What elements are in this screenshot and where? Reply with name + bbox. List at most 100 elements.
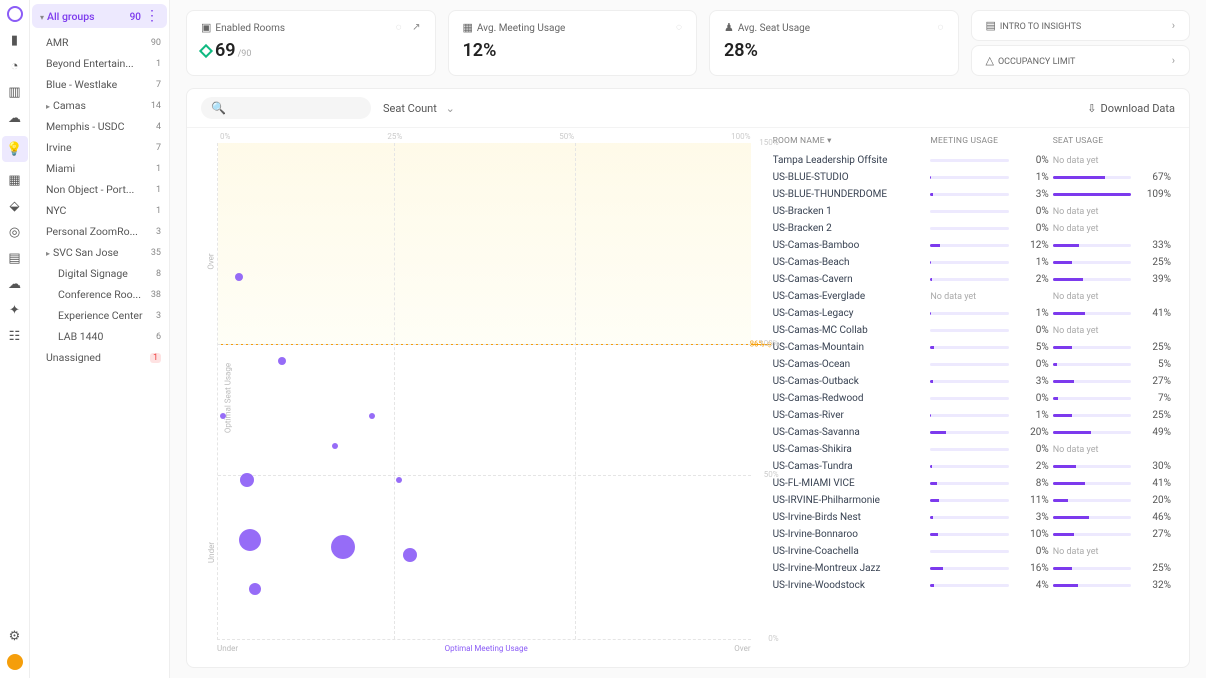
sort-icon: ▾ (827, 136, 831, 146)
group-item[interactable]: Beyond Entertain...1 (32, 53, 167, 74)
group-item[interactable]: Conference Roo...38 (32, 284, 167, 305)
enabled-rooms-value: 69 (215, 40, 236, 61)
group-item[interactable]: Blue - Westlake7 (32, 74, 167, 95)
settings-icon[interactable]: ⚙ (7, 628, 23, 644)
table-row[interactable]: US-Camas-Ocean0%5% (769, 356, 1175, 373)
table-row[interactable]: US-BLUE-STUDIO1%67% (769, 169, 1175, 186)
chart-bubble[interactable] (240, 473, 254, 487)
table-row[interactable]: US-Camas-Redwood0%7% (769, 390, 1175, 407)
upload-icon[interactable]: ☁ (7, 276, 23, 292)
info-icon[interactable]: ◌ (676, 22, 682, 33)
table-row[interactable]: US-Camas-EvergladeNo data yetNo data yet (769, 288, 1175, 305)
chart-bubble[interactable] (403, 548, 417, 562)
table-row[interactable]: US-Irvine-Woodstock4%32% (769, 577, 1175, 594)
group-item[interactable]: Memphis - USDC4 (32, 116, 167, 137)
table-row[interactable]: US-Irvine-Birds Nest3%46% (769, 509, 1175, 526)
table-row[interactable]: US-Camas-MC Collab0%No data yet (769, 322, 1175, 339)
chart-bubble[interactable] (220, 413, 226, 419)
usage-chart: Optimal Seat Usage Over Under 0%25%50%10… (187, 128, 765, 667)
x-bottom-labels: Under Optimal Meeting Usage Over (217, 640, 751, 653)
clock-icon[interactable]: ◔ (7, 58, 23, 74)
table-row[interactable]: US-Camas-Shikira0%No data yet (769, 441, 1175, 458)
table-row[interactable]: US-IRVINE-Philharmonie11%20% (769, 492, 1175, 509)
bug-icon[interactable]: ⬙ (7, 198, 23, 214)
y-over-label: Over (207, 254, 216, 270)
calendar-icon: ▦ (463, 21, 473, 34)
bulb-icon[interactable]: ✦ (7, 302, 23, 318)
table-row[interactable]: US-Irvine-Montreux Jazz16%25% (769, 560, 1175, 577)
chart-bubble[interactable] (278, 357, 286, 365)
table-row[interactable]: US-Camas-Legacy1%41% (769, 305, 1175, 322)
chart-plot[interactable]: 86% ◇ 150%100%50%0% (217, 143, 751, 640)
group-item[interactable]: Experience Center3 (32, 305, 167, 326)
external-link-icon[interactable]: ↗ (412, 22, 420, 33)
group-item[interactable]: ▸SVC San Jose35 (32, 242, 167, 263)
sliders-icon[interactable]: ☷ (7, 328, 23, 344)
table-row[interactable]: US-Camas-Beach1%25% (769, 254, 1175, 271)
grid-icon[interactable]: ▦ (7, 172, 23, 188)
table-row[interactable]: US-Bracken 20%No data yet (769, 220, 1175, 237)
group-item[interactable]: AMR90 (32, 32, 167, 53)
avg-seat-label: Avg. Seat Usage (738, 23, 810, 34)
table-row[interactable]: US-FL-MIAMI VICE8%41% (769, 475, 1175, 492)
group-item[interactable]: Unassigned1 (32, 347, 167, 368)
info-icon[interactable]: ◌ (396, 22, 402, 33)
table-row[interactable]: US-Camas-Mountain5%25% (769, 339, 1175, 356)
download-data-button[interactable]: ⇩Download Data (1087, 102, 1175, 115)
group-item[interactable]: Irvine7 (32, 137, 167, 158)
enabled-rooms-card: ▣Enabled Rooms ◌ ↗ 69/90 (186, 10, 436, 76)
group-item[interactable]: Personal ZoomRo...3 (32, 221, 167, 242)
insights-icon[interactable]: 💡 (2, 136, 28, 162)
chevron-down-icon: ⌄ (446, 102, 455, 115)
chart-bubble[interactable] (249, 583, 261, 595)
enabled-rooms-total: /90 (238, 49, 252, 59)
avg-seat-card: ♟Avg. Seat Usage ◌ 28% (709, 10, 959, 76)
chart-bubble[interactable] (369, 413, 375, 419)
chart-bubble[interactable] (239, 529, 261, 551)
dashboard-icon[interactable]: ▮ (7, 32, 23, 48)
table-row[interactable]: US-Irvine-Bonnaroo10%27% (769, 526, 1175, 543)
table-row[interactable]: US-Camas-River1%25% (769, 407, 1175, 424)
group-item[interactable]: Non Object - Port...1 (32, 179, 167, 200)
table-body[interactable]: Tampa Leadership Offsite0%No data yetUS-… (769, 152, 1179, 663)
info-links-card: ▤INTRO TO INSIGHTS › △OCCUPANCY LIMIT › (971, 10, 1191, 76)
search-box[interactable]: 🔍 (201, 97, 371, 119)
col-meeting-usage[interactable]: MEETING USAGE (930, 136, 1048, 146)
group-item[interactable]: NYC1 (32, 200, 167, 221)
chart-bubble[interactable] (332, 443, 338, 449)
group-item[interactable]: ▸Camas14 (32, 95, 167, 116)
col-seat-usage[interactable]: SEAT USAGE (1053, 136, 1171, 146)
layout-icon[interactable]: ▤ (7, 250, 23, 266)
book-icon[interactable]: ▥ (7, 84, 23, 100)
group-item[interactable]: Miami1 (32, 158, 167, 179)
all-groups-label: All groups (47, 10, 95, 23)
chart-bubble[interactable] (396, 477, 402, 483)
table-row[interactable]: US-Camas-Cavern2%39% (769, 271, 1175, 288)
table-row[interactable]: US-Camas-Tundra2%30% (769, 458, 1175, 475)
table-row[interactable]: US-Camas-Bamboo12%33% (769, 237, 1175, 254)
cloud-icon[interactable]: ☁ (7, 110, 23, 126)
search-input[interactable] (232, 102, 361, 114)
y-under-label: Under (207, 542, 216, 563)
group-item[interactable]: Digital Signage8 (32, 263, 167, 284)
avatar[interactable] (7, 654, 23, 670)
chevron-right-icon: › (1172, 54, 1175, 67)
table-row[interactable]: US-Camas-Outback3%27% (769, 373, 1175, 390)
intro-insights-link[interactable]: ▤INTRO TO INSIGHTS › (971, 10, 1191, 41)
table-row[interactable]: US-Irvine-Coachella0%No data yet (769, 543, 1175, 560)
table-head: ROOM NAME ▾ MEETING USAGE SEAT USAGE (769, 132, 1179, 152)
groups-sidebar: ▾All groups 90⋮ AMR90Beyond Entertain...… (30, 0, 170, 678)
occupancy-limit-link[interactable]: △OCCUPANCY LIMIT › (971, 45, 1191, 76)
globe-icon[interactable]: ◎ (7, 224, 23, 240)
groups-menu-icon[interactable]: ⋮ (141, 8, 159, 24)
table-row[interactable]: US-BLUE-THUNDERDOME3%109% (769, 186, 1175, 203)
all-groups-header[interactable]: ▾All groups 90⋮ (32, 4, 167, 28)
table-row[interactable]: Tampa Leadership Offsite0%No data yet (769, 152, 1175, 169)
group-item[interactable]: LAB 14406 (32, 326, 167, 347)
seat-count-dropdown[interactable]: Seat Count ⌄ (383, 102, 455, 115)
table-row[interactable]: US-Camas-Savanna20%49% (769, 424, 1175, 441)
table-row[interactable]: US-Bracken 10%No data yet (769, 203, 1175, 220)
chart-bubble[interactable] (331, 535, 355, 559)
col-room-name[interactable]: ROOM NAME ▾ (773, 136, 927, 146)
info-icon[interactable]: ◌ (938, 22, 944, 33)
